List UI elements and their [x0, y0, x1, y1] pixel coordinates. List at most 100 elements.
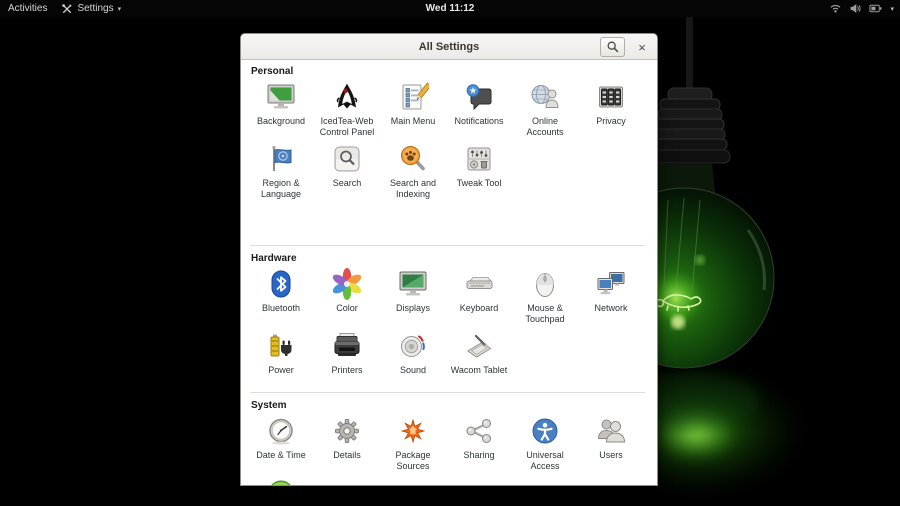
- tweak-tool-icon: [463, 143, 495, 175]
- search-button[interactable]: [600, 37, 625, 57]
- settings-tile-sharing[interactable]: Sharing: [446, 415, 512, 477]
- search-settings-icon: [331, 143, 363, 175]
- settings-tile-mouse-touchpad[interactable]: Mouse & Touchpad: [512, 268, 578, 330]
- network-wifi-icon: [829, 2, 842, 15]
- section-divider: [250, 245, 645, 246]
- settings-tile-bluetooth[interactable]: Bluetooth: [248, 268, 314, 330]
- tile-label: Keyboard: [460, 303, 499, 314]
- tile-label: Background: [257, 116, 305, 127]
- background-icon: [265, 81, 297, 113]
- date-time-icon: [265, 415, 297, 447]
- privacy-icon: [595, 81, 627, 113]
- tile-label: Date & Time: [256, 450, 306, 461]
- displays-icon: [397, 268, 429, 300]
- universal-access-icon: [529, 415, 561, 447]
- section-personal: Personal Background: [248, 66, 647, 205]
- settings-tile-icedtea-web[interactable]: IcedTea-Web Control Panel: [314, 81, 380, 143]
- settings-tile-main-menu[interactable]: Main Menu: [380, 81, 446, 143]
- tile-label: Notifications: [454, 116, 503, 127]
- sharing-icon: [463, 415, 495, 447]
- settings-tile-package-sources[interactable]: Package Sources: [380, 415, 446, 477]
- top-bar: Activities Settings ▾ Wed 11:12: [0, 0, 900, 17]
- tile-label: Main Menu: [391, 116, 436, 127]
- tile-label: Displays: [396, 303, 430, 314]
- power-icon: [265, 330, 297, 362]
- tile-label: Bluetooth: [262, 303, 300, 314]
- settings-tile-online-accounts[interactable]: Online Accounts: [512, 81, 578, 143]
- keyboard-icon: [463, 268, 495, 300]
- settings-tile-search[interactable]: Search: [314, 143, 380, 205]
- settings-tile-color[interactable]: Color: [314, 268, 380, 330]
- tile-label: Wacom Tablet: [451, 365, 508, 376]
- settings-tile-date-time[interactable]: Date & Time: [248, 415, 314, 477]
- settings-tile-search-indexing[interactable]: Search and Indexing: [380, 143, 446, 205]
- settings-tile-printers[interactable]: Printers: [314, 330, 380, 392]
- tile-label: Network: [594, 303, 627, 314]
- package-sources-icon: [397, 415, 429, 447]
- system-tray[interactable]: ▾: [829, 0, 894, 17]
- settings-tile-background[interactable]: Background: [248, 81, 314, 143]
- tile-label: Details: [333, 450, 361, 461]
- settings-tile-tweak-tool[interactable]: Tweak Tool: [446, 143, 512, 205]
- tile-label: IcedTea-Web Control Panel: [315, 116, 379, 138]
- chevron-down-icon: ▾: [118, 5, 122, 13]
- search-indexing-icon: [397, 143, 429, 175]
- wacom-tablet-icon: [463, 330, 495, 362]
- section-heading: System: [248, 400, 647, 413]
- printers-icon: [331, 330, 363, 362]
- tile-label: Universal Access: [513, 450, 577, 472]
- settings-tile-privacy[interactable]: Privacy: [578, 81, 644, 143]
- close-button[interactable]: ×: [633, 37, 651, 57]
- settings-tile-displays[interactable]: Displays: [380, 268, 446, 330]
- clock[interactable]: Wed 11:12: [426, 3, 475, 14]
- tools-icon: [61, 3, 73, 15]
- tile-label: Power: [268, 365, 294, 376]
- settings-tile-network[interactable]: Network: [578, 268, 644, 330]
- svg-text:★: ★: [469, 86, 477, 96]
- section-heading: Hardware: [248, 253, 647, 266]
- sound-icon: [397, 330, 429, 362]
- settings-tile-notifications[interactable]: ★ Notifications: [446, 81, 512, 143]
- tile-label: Privacy: [596, 116, 626, 127]
- section-hardware: Hardware Bluetooth: [248, 253, 647, 392]
- settings-tile-keyboard[interactable]: Keyboard: [446, 268, 512, 330]
- settings-tile-power[interactable]: Power: [248, 330, 314, 392]
- tile-label: Printers: [331, 365, 362, 376]
- volume-icon: [849, 2, 862, 15]
- tile-label: Online Accounts: [513, 116, 577, 138]
- tile-label: Sharing: [463, 450, 494, 461]
- tile-label: Search and Indexing: [381, 178, 445, 200]
- notifications-icon: ★: [463, 81, 495, 113]
- details-icon: [331, 415, 363, 447]
- yast-icon: [265, 477, 297, 486]
- settings-menu-label: Settings: [77, 3, 113, 14]
- settings-content: Personal Background: [241, 60, 657, 486]
- main-menu-icon: [397, 81, 429, 113]
- tile-label: Mouse & Touchpad: [513, 303, 577, 325]
- settings-tile-sound[interactable]: Sound: [380, 330, 446, 392]
- tile-label: Users: [599, 450, 623, 461]
- settings-tile-details[interactable]: Details: [314, 415, 380, 477]
- chevron-down-icon: ▾: [890, 5, 894, 13]
- settings-tile-wacom-tablet[interactable]: Wacom Tablet: [446, 330, 512, 392]
- settings-tile-users[interactable]: Users: [578, 415, 644, 477]
- activities-button[interactable]: Activities: [8, 3, 47, 14]
- battery-icon: [869, 2, 883, 15]
- personal-grid: Background IcedTea-Web Control Panel: [248, 81, 647, 205]
- settings-tile-partial-yast[interactable]: [248, 477, 314, 486]
- section-system: System Date & Time: [248, 400, 647, 486]
- titlebar[interactable]: All Settings ×: [241, 34, 657, 60]
- section-divider: [250, 392, 645, 393]
- system-grid: Date & Time: [248, 415, 647, 486]
- tile-label: Tweak Tool: [457, 178, 502, 189]
- settings-tile-region-language[interactable]: Region & Language: [248, 143, 314, 205]
- section-heading: Personal: [248, 66, 647, 79]
- settings-tile-universal-access[interactable]: Universal Access: [512, 415, 578, 477]
- hardware-grid: Bluetooth: [248, 268, 647, 392]
- tile-label: Region & Language: [249, 178, 313, 200]
- mouse-touchpad-icon: [529, 268, 561, 300]
- settings-app-menu[interactable]: Settings ▾: [61, 3, 121, 15]
- desktop: Activities Settings ▾ Wed 11:12: [0, 0, 900, 506]
- color-icon: [331, 268, 363, 300]
- bluetooth-icon: [265, 268, 297, 300]
